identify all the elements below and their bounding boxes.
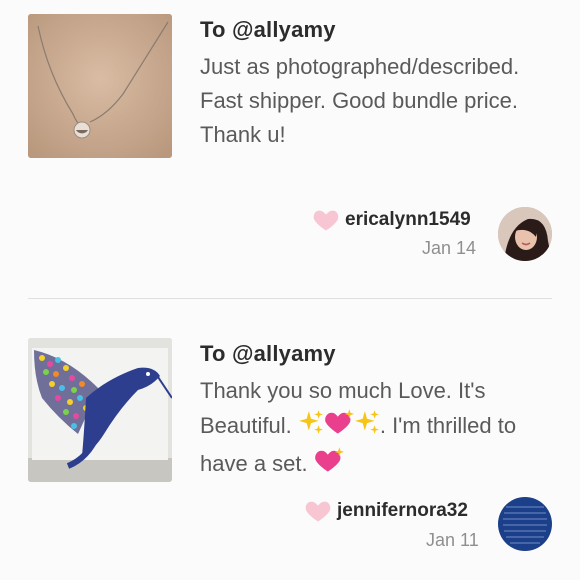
review-text: Thank you so much Love. It's Beautiful. … — [200, 374, 560, 484]
listing-thumbnail[interactable] — [28, 14, 172, 158]
reviewer-avatar[interactable] — [498, 497, 552, 551]
review-recipient: To @allyamy — [200, 341, 336, 366]
heart-icon[interactable] — [312, 206, 340, 234]
sparkling-heart-icon — [314, 446, 344, 484]
hummingbird-art-photo — [28, 338, 172, 482]
reviewer-avatar[interactable] — [498, 207, 552, 261]
heart-icon[interactable] — [304, 497, 332, 525]
review-divider — [28, 298, 552, 299]
review-date: Jan 11 — [426, 530, 479, 550]
sparkles-icon — [298, 409, 324, 445]
reviewer-username[interactable]: jennifernora32 — [337, 500, 468, 522]
sparkling-heart-icon — [324, 408, 354, 446]
review-date: Jan 14 — [422, 238, 477, 258]
sparkles-icon — [354, 409, 380, 445]
review-recipient: To @allyamy — [200, 17, 336, 42]
necklace-photo — [28, 14, 172, 158]
review-item: To @allyamy Just as photographed/describ… — [0, 0, 580, 300]
reviewer-username[interactable]: ericalynn1549 — [345, 209, 471, 231]
review-item: To @allyamy Thank you so much Love. It's… — [0, 300, 580, 580]
review-text: Just as photographed/described. Fast shi… — [200, 54, 520, 147]
listing-thumbnail[interactable] — [28, 338, 172, 482]
